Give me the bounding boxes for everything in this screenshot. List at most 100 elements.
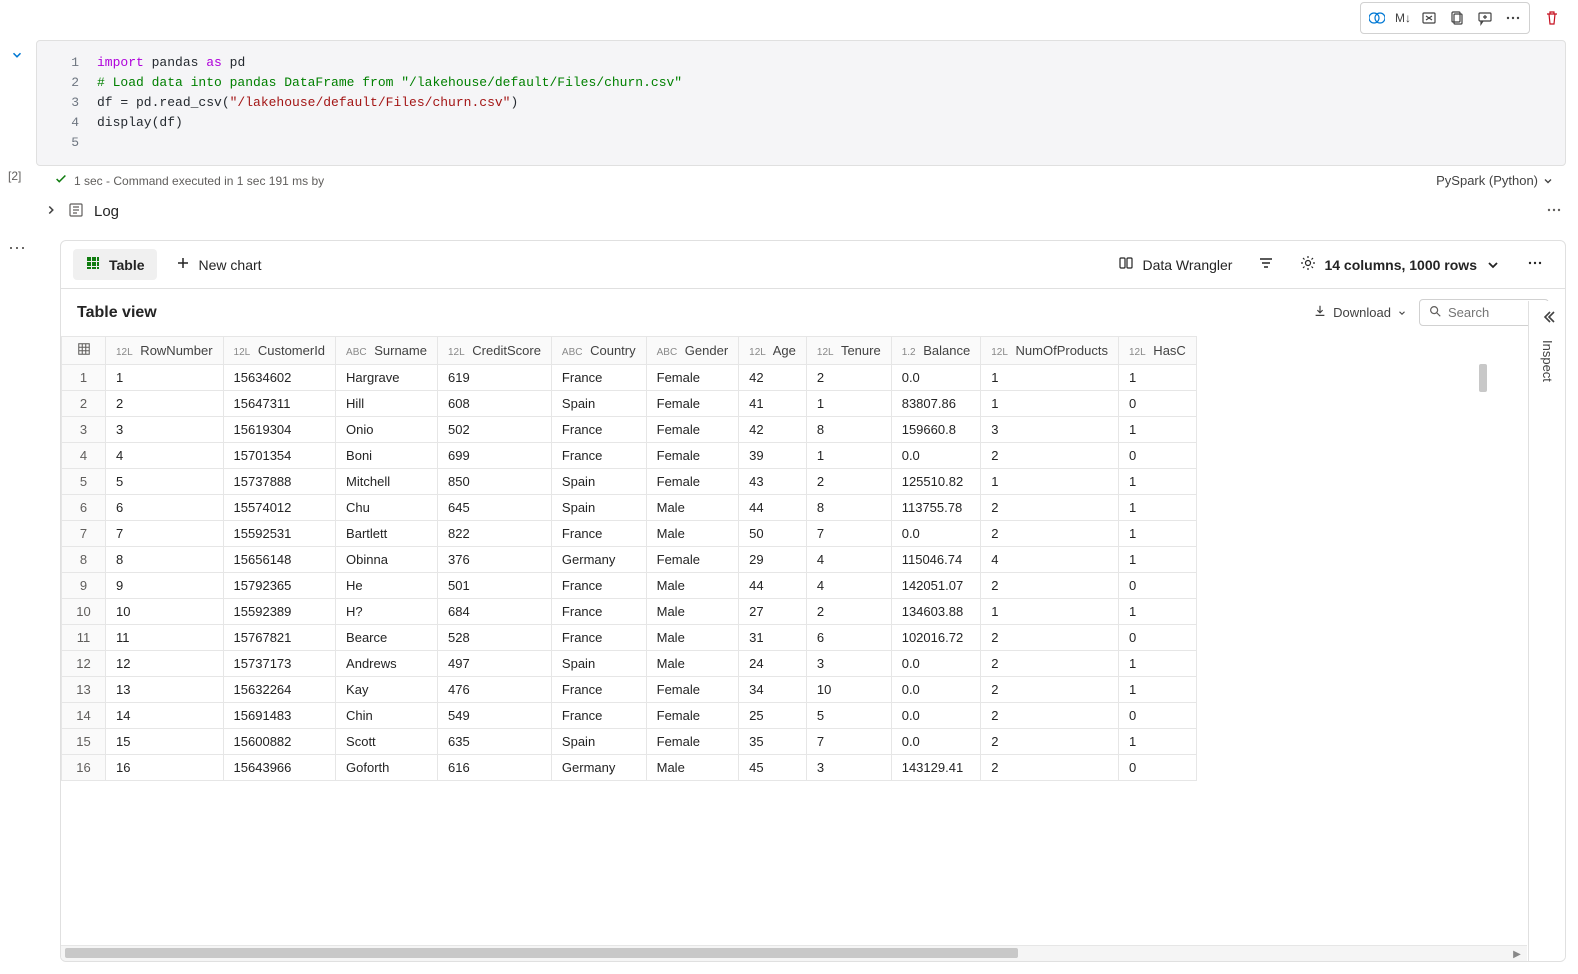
data-cell: 2 [981,573,1119,599]
data-cell: 3 [106,417,224,443]
data-cell: H? [336,599,438,625]
column-header[interactable]: 12L NumOfProducts [981,337,1119,365]
data-cell: 1 [106,365,224,391]
column-header[interactable]: 12L Age [739,337,807,365]
exec-message: Command executed in 1 sec 191 ms by [113,174,324,188]
data-cell: 15574012 [223,495,336,521]
filter-button[interactable] [1248,249,1284,280]
column-header[interactable]: 12L HasC [1119,337,1197,365]
collapse-cell-icon[interactable] [10,48,24,65]
table-row[interactable]: 9915792365He501FranceMale444142051.0720 [62,573,1197,599]
tab-new-chart[interactable]: New chart [163,249,274,280]
table-row[interactable]: 1115634602Hargrave619FranceFemale4220.01… [62,365,1197,391]
markdown-button[interactable]: M↓ [1391,5,1415,31]
data-cell: France [551,677,646,703]
data-cell: 2 [106,391,224,417]
download-icon [1313,304,1327,321]
expand-inspect-icon[interactable] [1540,309,1556,328]
chevron-down-icon [1542,175,1554,187]
chevron-down-icon [1485,257,1501,273]
column-header[interactable]: 12L RowNumber [106,337,224,365]
data-cell: 31 [739,625,807,651]
search-input[interactable] [1448,305,1538,320]
data-cell: 3 [981,417,1119,443]
data-cell: 1 [1119,417,1197,443]
data-cell: France [551,365,646,391]
data-cell: France [551,417,646,443]
table-row[interactable]: 101015592389H?684FranceMale272134603.881… [62,599,1197,625]
language-icon[interactable] [1363,5,1391,31]
vertical-scrollbar[interactable] [1475,336,1489,961]
horizontal-scrollbar[interactable]: ◀ ▶ [61,945,1527,961]
table-row[interactable]: 161615643966Goforth616GermanyMale4531431… [62,755,1197,781]
column-header[interactable]: ABC Country [551,337,646,365]
data-cell: 9 [106,573,224,599]
log-section[interactable]: Log [40,196,1566,227]
table-row[interactable]: 141415691483Chin549FranceFemale2550.020 [62,703,1197,729]
table-row[interactable]: 3315619304Onio502FranceFemale428159660.8… [62,417,1197,443]
download-button[interactable]: Download [1313,304,1407,321]
data-cell: 2 [981,625,1119,651]
delete-cell-icon[interactable] [1538,5,1566,31]
index-column-header[interactable] [62,337,106,365]
table-row[interactable]: 6615574012Chu645SpainMale448113755.7821 [62,495,1197,521]
data-cell: 0 [1119,625,1197,651]
copy-icon[interactable] [1443,5,1471,31]
output-more-button[interactable] [1517,249,1553,280]
table-row[interactable]: 7715592531Bartlett822FranceMale5070.021 [62,521,1197,547]
cell-drag-handle-icon[interactable]: ⋯ [8,238,28,259]
data-cell: 24 [739,651,807,677]
clear-output-icon[interactable] [1415,5,1443,31]
table-row[interactable]: 151515600882Scott635SpainFemale3570.021 [62,729,1197,755]
table-scroll-area[interactable]: 12L RowNumber12L CustomerIdABC Surname12… [61,336,1527,961]
column-header[interactable]: ABC Gender [646,337,739,365]
code-editor[interactable]: import pandas as pd # Load data into pan… [97,53,682,153]
table-row[interactable]: 131315632264Kay476FranceFemale34100.021 [62,677,1197,703]
index-cell: 10 [62,599,106,625]
columns-info-button[interactable]: 14 columns, 1000 rows [1290,249,1511,280]
tab-table[interactable]: Table [73,249,157,280]
index-cell: 4 [62,443,106,469]
data-cell: 15 [106,729,224,755]
cell-status-bar: 1 sec - Command executed in 1 sec 191 ms… [0,168,1566,193]
add-comment-icon[interactable] [1471,5,1499,31]
columns-info-label: 14 columns, 1000 rows [1324,257,1477,273]
data-cell: Obinna [336,547,438,573]
table-row[interactable]: 111115767821Bearce528FranceMale316102016… [62,625,1197,651]
tab-table-label: Table [109,257,145,273]
index-cell: 8 [62,547,106,573]
table-row[interactable]: 8815656148Obinna376GermanyFemale29411504… [62,547,1197,573]
data-cell: 1 [981,365,1119,391]
data-cell: 115046.74 [891,547,981,573]
data-cell: 44 [739,573,807,599]
cell-toolbar-group: M↓ [1360,2,1530,34]
column-header[interactable]: 12L Tenure [806,337,891,365]
inspect-rail[interactable]: Inspect [1528,301,1566,961]
table-row[interactable]: 121215737173Andrews497SpainMale2430.021 [62,651,1197,677]
more-icon[interactable] [1499,5,1527,31]
table-row[interactable]: 5515737888Mitchell850SpainFemale43212551… [62,469,1197,495]
data-cell: 0.0 [891,677,981,703]
expand-log-icon[interactable] [44,203,58,220]
data-wrangler-button[interactable]: Data Wrangler [1108,249,1242,280]
kernel-selector[interactable]: PySpark (Python) [1436,173,1554,188]
data-cell: 476 [437,677,551,703]
data-cell: 10 [806,677,891,703]
index-cell: 14 [62,703,106,729]
cell-toolbar: M↓ [1360,2,1566,34]
log-more-icon[interactable] [1546,202,1562,221]
index-cell: 7 [62,521,106,547]
column-header[interactable]: 1.2 Balance [891,337,981,365]
data-cell: 1 [1119,677,1197,703]
data-cell: Female [646,703,739,729]
data-cell: 0 [1119,703,1197,729]
table-row[interactable]: 2215647311Hill608SpainFemale41183807.861… [62,391,1197,417]
table-row[interactable]: 4415701354Boni699FranceFemale3910.020 [62,443,1197,469]
data-cell: 501 [437,573,551,599]
column-header[interactable]: 12L CustomerId [223,337,336,365]
data-cell: 25 [739,703,807,729]
column-header[interactable]: ABC Surname [336,337,438,365]
inspect-label: Inspect [1540,340,1555,382]
code-cell[interactable]: 1 2 3 4 5 import pandas as pd # Load dat… [36,40,1566,166]
column-header[interactable]: 12L CreditScore [437,337,551,365]
